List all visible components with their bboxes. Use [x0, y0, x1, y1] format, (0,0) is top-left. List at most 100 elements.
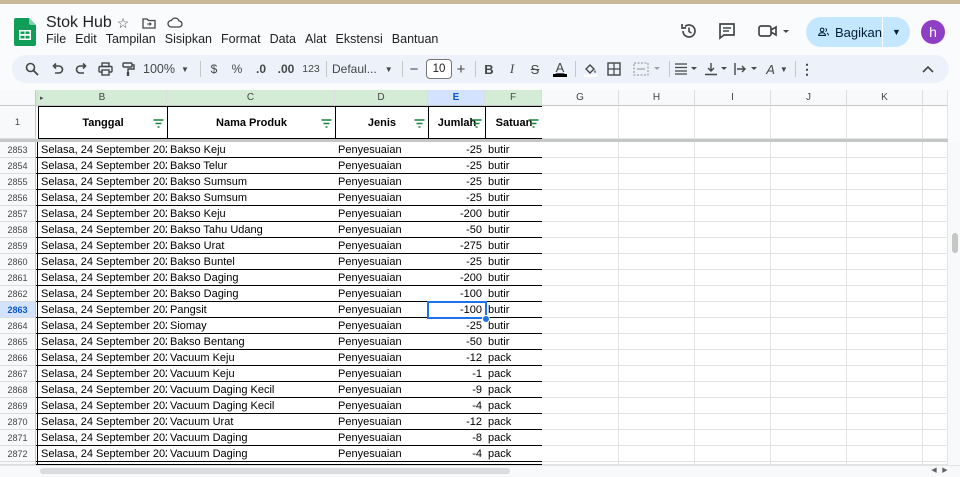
- quantity-cell[interactable]: -25: [428, 254, 486, 270]
- empty-cell[interactable]: [695, 254, 771, 270]
- empty-cell[interactable]: [771, 366, 847, 382]
- quantity-cell[interactable]: -25: [428, 158, 486, 174]
- product-cell[interactable]: Vacuum Daging Kecil: [167, 398, 336, 414]
- quantity-cell[interactable]: -200: [428, 270, 486, 286]
- empty-cell[interactable]: [619, 398, 695, 414]
- filter-icon[interactable]: [414, 119, 425, 128]
- menu-data[interactable]: Data: [270, 32, 296, 46]
- row-number[interactable]: 1: [0, 106, 36, 139]
- empty-cell[interactable]: [847, 334, 923, 350]
- empty-cell[interactable]: [542, 158, 619, 174]
- empty-cell[interactable]: [771, 430, 847, 446]
- empty-cell[interactable]: [619, 382, 695, 398]
- empty-cell[interactable]: [847, 158, 923, 174]
- quantity-cell[interactable]: -12: [428, 414, 486, 430]
- decrease-font-size-button[interactable]: −: [406, 55, 422, 83]
- type-cell[interactable]: Penyesuaian: [335, 142, 429, 158]
- empty-cell[interactable]: [542, 414, 619, 430]
- date-cell[interactable]: Selasa, 24 September 2024: [38, 334, 168, 350]
- date-cell[interactable]: Selasa, 24 September 2024: [38, 158, 168, 174]
- type-cell[interactable]: Penyesuaian: [335, 398, 429, 414]
- empty-cell[interactable]: [847, 446, 923, 462]
- empty-cell[interactable]: [619, 174, 695, 190]
- product-cell[interactable]: Bakso Daging: [167, 286, 336, 302]
- empty-cell[interactable]: [695, 206, 771, 222]
- empty-cell[interactable]: [695, 414, 771, 430]
- empty-cell[interactable]: [847, 190, 923, 206]
- unit-cell[interactable]: butir: [485, 206, 543, 222]
- empty-cell[interactable]: [695, 350, 771, 366]
- empty-cell[interactable]: [542, 270, 619, 286]
- frozen-row-divider[interactable]: [0, 139, 948, 142]
- menu-extensions[interactable]: Ekstensi: [336, 32, 383, 46]
- type-cell[interactable]: Penyesuaian: [335, 382, 429, 398]
- font-size-input[interactable]: 10: [426, 59, 452, 79]
- row-number[interactable]: 2871: [0, 430, 36, 446]
- unit-cell[interactable]: pack: [485, 366, 543, 382]
- produk-header[interactable]: Nama Produk: [167, 106, 336, 139]
- product-cell[interactable]: Bakso Keju: [167, 142, 336, 158]
- cloud-status-icon[interactable]: [166, 14, 184, 32]
- share-button[interactable]: Bagikan: [806, 17, 882, 47]
- type-cell[interactable]: Penyesuaian: [335, 190, 429, 206]
- row-number[interactable]: 2854: [0, 158, 36, 174]
- empty-cell[interactable]: [542, 350, 619, 366]
- column-header-h[interactable]: H: [619, 90, 695, 106]
- empty-cell[interactable]: [923, 334, 948, 350]
- satuan-header[interactable]: Satuan: [485, 106, 543, 139]
- row-number[interactable]: 2863: [0, 302, 36, 318]
- type-cell[interactable]: Penyesuaian: [335, 158, 429, 174]
- merge-cells-icon[interactable]: [630, 55, 666, 83]
- empty-cell[interactable]: [847, 414, 923, 430]
- filter-icon[interactable]: [528, 119, 539, 128]
- quantity-cell[interactable]: -4: [428, 398, 486, 414]
- tanggal-header[interactable]: Tanggal: [38, 106, 168, 139]
- unit-cell[interactable]: pack: [485, 350, 543, 366]
- unit-cell[interactable]: butir: [485, 318, 543, 334]
- unit-cell[interactable]: butir: [485, 158, 543, 174]
- empty-cell[interactable]: [923, 366, 948, 382]
- row-number[interactable]: 2861: [0, 270, 36, 286]
- empty-cell[interactable]: [847, 238, 923, 254]
- type-cell[interactable]: Penyesuaian: [335, 350, 429, 366]
- menu-help[interactable]: Bantuan: [392, 32, 439, 46]
- unit-cell[interactable]: pack: [485, 430, 543, 446]
- empty-cell[interactable]: [923, 190, 948, 206]
- empty-cell[interactable]: [542, 398, 619, 414]
- text-color-button[interactable]: A: [550, 55, 570, 83]
- date-cell[interactable]: Selasa, 24 September 2024: [38, 430, 168, 446]
- empty-cell[interactable]: [923, 174, 948, 190]
- empty-cell[interactable]: [619, 430, 695, 446]
- empty-cell[interactable]: [771, 206, 847, 222]
- empty-cell[interactable]: [923, 286, 948, 302]
- empty-cell[interactable]: [771, 254, 847, 270]
- vertical-scrollbar-thumb[interactable]: [952, 233, 958, 253]
- meet-video-icon[interactable]: [755, 18, 795, 44]
- menu-insert[interactable]: Sisipkan: [165, 32, 212, 46]
- quantity-cell[interactable]: -275: [428, 238, 486, 254]
- type-cell[interactable]: Penyesuaian: [335, 318, 429, 334]
- menu-file[interactable]: File: [46, 32, 66, 46]
- unit-cell[interactable]: butir: [485, 142, 543, 158]
- quantity-cell[interactable]: -50: [428, 334, 486, 350]
- date-cell[interactable]: Selasa, 24 September 2024: [38, 254, 168, 270]
- type-cell[interactable]: Penyesuaian: [335, 414, 429, 430]
- empty-cell[interactable]: [771, 446, 847, 462]
- empty-cell[interactable]: [923, 238, 948, 254]
- version-history-icon[interactable]: [676, 18, 702, 44]
- empty-cell[interactable]: [923, 158, 948, 174]
- search-menus-icon[interactable]: [22, 55, 42, 83]
- date-cell[interactable]: Selasa, 24 September 2024: [38, 398, 168, 414]
- empty-cell[interactable]: [923, 254, 948, 270]
- empty-cell[interactable]: [847, 174, 923, 190]
- date-cell[interactable]: Selasa, 24 September 2024: [38, 382, 168, 398]
- hidden-column-a-arrow-icon[interactable]: ▸: [40, 94, 44, 102]
- row-number[interactable]: 2867: [0, 366, 36, 382]
- empty-cell[interactable]: [695, 238, 771, 254]
- empty-cell[interactable]: [619, 106, 695, 139]
- unit-cell[interactable]: butir: [485, 190, 543, 206]
- empty-cell[interactable]: [542, 222, 619, 238]
- fill-handle[interactable]: [482, 315, 490, 323]
- filter-icon[interactable]: [321, 119, 332, 128]
- unit-cell[interactable]: butir: [485, 286, 543, 302]
